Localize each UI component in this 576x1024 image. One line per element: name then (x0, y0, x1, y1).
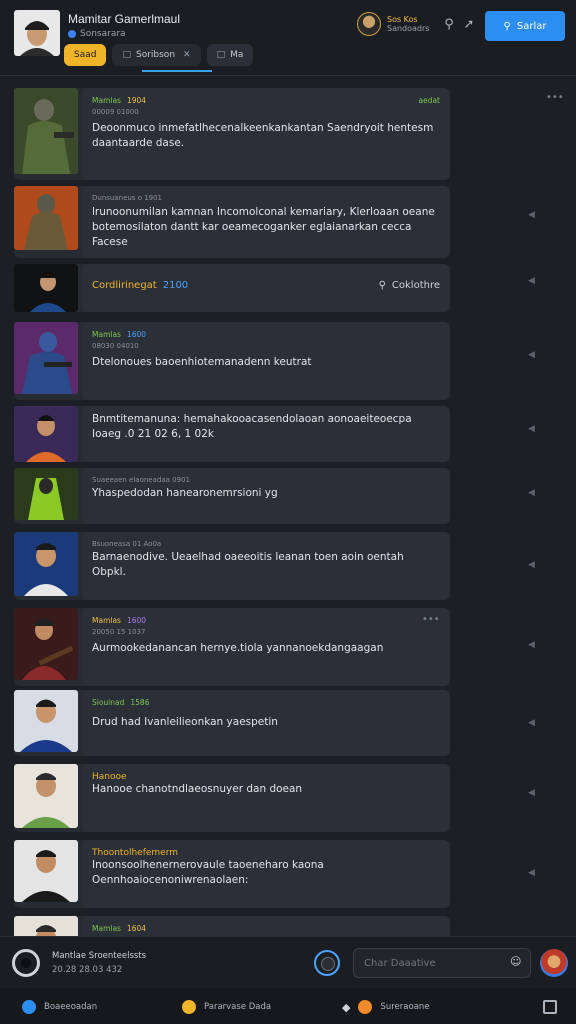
message-card[interactable]: Mamlas 1600 08030 04010 Dtelonoues baoenh… (82, 322, 450, 400)
coin-icon (182, 1000, 196, 1014)
reply-icon[interactable]: ◀ (528, 488, 538, 498)
tab-1-icon: □ (122, 50, 131, 60)
list-item: Suaeeaen elaoneadaa 0901 Yhaspedodan han… (14, 468, 450, 524)
reply-icon[interactable]: ◀ (528, 640, 538, 650)
message-card[interactable]: Bnmtitemanuna: hemahakooacasendolaoan ao… (82, 406, 450, 462)
post-thumbnail[interactable] (14, 840, 78, 902)
nav-item-streams[interactable]: Pararvase Dada (182, 1000, 271, 1014)
camera-button[interactable] (314, 950, 340, 976)
post-thumbnail[interactable] (14, 264, 78, 312)
pin-icon[interactable]: ➚ (460, 16, 478, 34)
bottom-navbar: Boaeeoadan Pararvase Dada ◆ Sureraoane (0, 988, 576, 1024)
nav-item-profile[interactable]: ◆ Sureraoane (342, 1000, 430, 1014)
list-item: Mamlas 1904 aedat 00009 01000 Deoonmuco in… (14, 88, 450, 180)
expand-icon[interactable] (543, 1000, 557, 1014)
message-card[interactable]: Mamlas 1904 aedat 00009 01000 Deoonmuco in… (82, 88, 450, 180)
tab-2-icon: □ (216, 50, 226, 60)
more-options-icon[interactable]: ••• (422, 614, 440, 625)
nav-item-home[interactable]: Boaeeoadan (22, 1000, 97, 1014)
active-tab-indicator (142, 70, 212, 72)
reply-icon[interactable]: ◀ (528, 788, 538, 798)
post-thumbnail[interactable] (14, 322, 78, 394)
record-button[interactable] (12, 949, 40, 977)
user-menu[interactable]: Sos Kos Sandoadrs (357, 12, 429, 36)
message-card[interactable]: Siouinad 1586 Drud had Ivanleilieonkan ya… (82, 690, 450, 756)
user-status: Sandoadrs (387, 24, 430, 33)
fire-icon (358, 1000, 373, 1014)
post-thumbnail[interactable] (14, 88, 78, 174)
list-item: Hanooe Hanooe chanotndlaeosnuyer dan doe… (14, 764, 450, 832)
search-icon[interactable]: ⚲ (379, 280, 386, 291)
chat-input[interactable] (353, 948, 531, 978)
emoji-icon[interactable]: ☺ (510, 955, 521, 968)
magnifier-icon: ⚲ (503, 20, 511, 32)
chat-feed[interactable]: Mamlas 1904 aedat 00009 01000 Deoonmuco in… (0, 78, 576, 936)
reply-icon[interactable]: ◀ (528, 718, 538, 728)
post-thumbnail[interactable] (14, 468, 78, 520)
post-thumbnail[interactable] (14, 916, 78, 936)
user-name: Sos Kos (387, 15, 418, 24)
list-item: Thoontolhefemerm Inoonsoolhenernerovaule… (14, 840, 450, 908)
message-card[interactable]: Suaeeaen elaoneadaa 0901 Yhaspedodan han… (82, 468, 450, 524)
stream-meta: 20.28 28.03 432 (52, 965, 123, 975)
reply-icon[interactable]: ◀ (528, 424, 538, 434)
list-item: Cordlirinegat 2100 ⚲ Coklothre (14, 264, 450, 312)
tab-2[interactable]: □ Ma (206, 44, 254, 66)
message-card[interactable]: Mamlas 1604 (82, 916, 450, 936)
message-card[interactable]: Thoontolhefemerm Inoonsoolhenernerovaule… (82, 840, 450, 908)
post-thumbnail[interactable] (14, 406, 78, 462)
tab-1[interactable]: □ Soribson ✕ (112, 44, 201, 66)
message-card[interactable]: Dunsuaneus o 1901 lrunoonumilan kamnan I… (82, 186, 450, 258)
post-thumbnail[interactable] (14, 186, 78, 250)
reply-icon[interactable]: ◀ (528, 868, 538, 878)
shield-icon: ◆ (342, 1000, 351, 1014)
message-card[interactable]: Cordlirinegat 2100 ⚲ Coklothre (82, 264, 450, 312)
search-icon[interactable]: ⚲ (440, 16, 458, 34)
message-card[interactable]: Hanooe Hanooe chanotndlaeosnuyer dan doe… (82, 764, 450, 832)
verified-icon (68, 30, 76, 38)
tab-0[interactable]: Saad (64, 44, 107, 66)
avatar[interactable] (540, 949, 568, 977)
list-item: Dunsuaneus o 1901 lrunoonumilan kamnan I… (14, 186, 450, 258)
list-item: Mamlas 1604 (14, 916, 450, 936)
message-card[interactable]: Bsuoneasa 01 Ao0a Barnaenodive. Ueaelhad… (82, 532, 450, 600)
tab-bar: Saad □ Soribson ✕ □ Ma (64, 44, 254, 66)
post-thumbnail[interactable] (14, 690, 78, 752)
reply-icon[interactable]: ◀ (528, 560, 538, 570)
list-item: Bsuoneasa 01 Ao0a Barnaenodive. Ueaelhad… (14, 532, 450, 600)
home-icon (22, 1000, 36, 1014)
stream-title: Mantlae Sroenteelssts (52, 951, 147, 961)
reply-icon[interactable]: ◀ (528, 276, 538, 286)
list-item: Mamlas 1600 20050 15 1037 Aurmookedananca… (14, 608, 450, 686)
user-avatar[interactable] (357, 12, 381, 36)
post-thumbnail[interactable] (14, 764, 78, 828)
composer-bar: Mantlae Sroenteelssts 20.28 28.03 432 ☺ (0, 936, 576, 988)
list-item: Bnmtitemanuna: hemahakooacasendolaoan ao… (14, 406, 450, 462)
channel-subtitle: Sonsarara (68, 29, 126, 39)
message-card[interactable]: Mamlas 1600 20050 15 1037 Aurmookedananca… (82, 608, 450, 686)
top-header: Mamitar Gamerlmaul Sonsarara Saad □ Sori… (0, 0, 576, 76)
post-thumbnail[interactable] (14, 532, 78, 596)
post-thumbnail[interactable] (14, 608, 78, 680)
channel-title: Mamitar Gamerlmaul (68, 12, 181, 26)
reply-icon[interactable]: ◀ (528, 350, 538, 360)
search-button[interactable]: ⚲ Sarlar (485, 11, 565, 41)
reply-icon[interactable]: ◀ (528, 210, 538, 220)
list-item: Mamlas 1600 08030 04010 Dtelonoues baoenh… (14, 322, 450, 400)
list-item: Siouinad 1586 Drud had Ivanleilieonkan ya… (14, 690, 450, 756)
close-icon[interactable]: ✕ (183, 50, 191, 60)
channel-avatar[interactable] (14, 10, 60, 56)
